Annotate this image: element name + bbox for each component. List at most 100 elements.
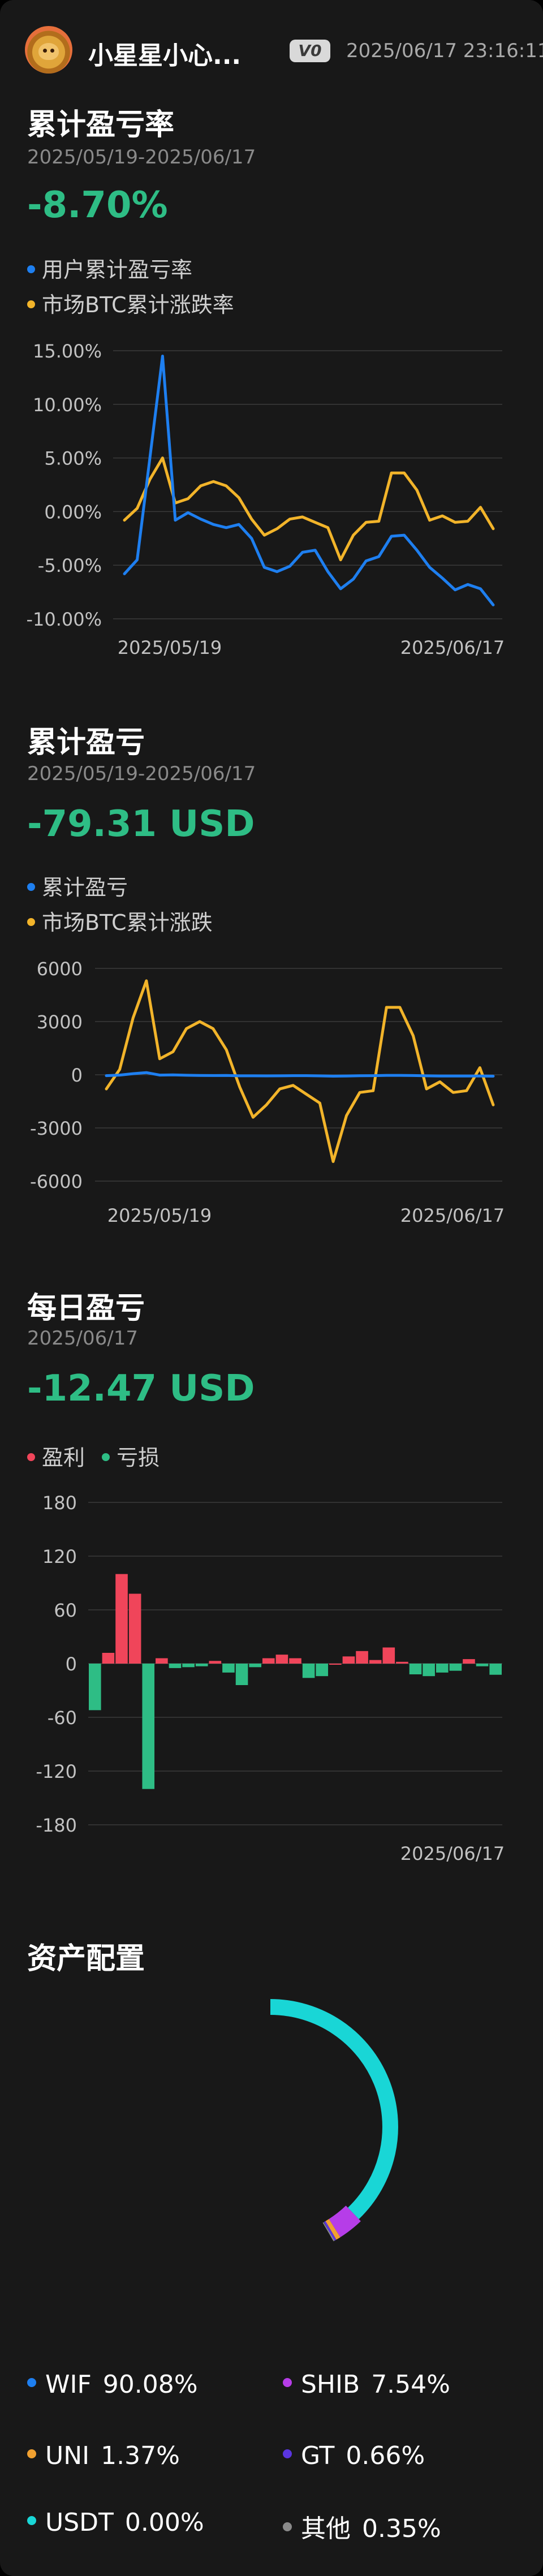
daily-bar — [169, 1664, 182, 1668]
series-line — [105, 979, 495, 1163]
allocation-item-gt: GT 0.66% — [283, 2441, 425, 2470]
y-tick-label: 0.00% — [44, 501, 102, 523]
allocation-item-other: 其他 0.35% — [283, 2508, 441, 2544]
legend-label: 亏损 — [117, 1445, 160, 1470]
legend-dot — [27, 2449, 36, 2458]
legend-dot — [27, 2516, 36, 2525]
x-tick-label: 2025/06/17 — [400, 637, 505, 658]
donut-segment — [324, 2221, 337, 2241]
allocation-item-shib: SHIB 7.54% — [283, 2370, 450, 2399]
daily-bar — [476, 1664, 489, 1666]
y-tick-label: 10.00% — [33, 394, 102, 416]
legend-dot — [27, 917, 35, 926]
y-tick-label: -180 — [36, 1815, 77, 1836]
donut-segment — [329, 2205, 361, 2238]
date-range: 2025/05/19-2025/06/17 — [27, 146, 256, 169]
legend-label: 市场BTC累计涨跌 — [42, 910, 213, 935]
y-tick-label: -3000 — [30, 1118, 83, 1139]
daily-bar — [423, 1664, 435, 1677]
daily-bar — [489, 1664, 502, 1675]
daily-bar — [302, 1664, 315, 1678]
allocation-label: WIF — [45, 2370, 92, 2399]
legend-item-user-rate: 用户累计盈亏率 — [27, 252, 192, 282]
daily-bar — [115, 1574, 128, 1664]
y-tick-label: -60 — [48, 1707, 77, 1729]
y-tick-label: 120 — [42, 1546, 77, 1567]
section-title-daily-pnl: 每日盈亏 — [27, 1291, 145, 1325]
daily-bar — [182, 1664, 195, 1668]
x-tick-label: 2025/05/19 — [118, 637, 222, 658]
allocation-label: USDT — [45, 2508, 114, 2537]
legend-dot — [27, 300, 35, 308]
allocation-donut-chart — [270, 1999, 398, 2242]
allocation-percent: 7.54% — [371, 2370, 450, 2399]
daily-bar — [222, 1664, 235, 1673]
allocation-percent: 0.00% — [124, 2508, 204, 2537]
legend-item-btc-pnl: 市场BTC累计涨跌 — [27, 905, 213, 935]
y-tick-label: -6000 — [30, 1171, 83, 1192]
daily-bar — [409, 1664, 422, 1674]
daily-date: 2025/06/17 — [27, 1327, 138, 1350]
daily-bar — [356, 1651, 368, 1664]
allocation-percent: 0.66% — [346, 2441, 425, 2470]
y-tick-label: 0 — [66, 1653, 77, 1675]
allocation-label: SHIB — [301, 2370, 360, 2399]
y-tick-label: -10.00% — [26, 609, 102, 630]
daily-bar — [449, 1664, 462, 1671]
section-title-cumulative-pnl: 累计盈亏 — [27, 726, 145, 760]
daily-bar — [102, 1653, 115, 1664]
daily-bar — [128, 1593, 141, 1664]
allocation-percent: 90.08% — [102, 2370, 198, 2399]
x-tick-label: 2025/06/17 — [400, 1205, 505, 1226]
daily-bar — [235, 1664, 248, 1685]
legend-dot — [283, 2378, 292, 2387]
daily-bar — [329, 1664, 342, 1665]
daily-bar — [289, 1658, 301, 1664]
legend-dot — [283, 2449, 292, 2458]
allocation-item-uni: UNI 1.37% — [27, 2441, 180, 2470]
y-tick-label: -5.00% — [38, 555, 102, 576]
daily-legend: 盈利 亏损 — [27, 1440, 170, 1471]
daily-bar — [369, 1660, 382, 1664]
legend-label: 市场BTC累计涨跌率 — [42, 292, 234, 317]
username[interactable]: 小星星小心... — [88, 35, 241, 71]
allocation-item-usdt: USDT 0.00% — [27, 2508, 204, 2537]
legend-item-btc-rate: 市场BTC累计涨跌率 — [27, 287, 234, 317]
legend-item-user-pnl: 累计盈亏 — [27, 870, 128, 900]
y-tick-label: 180 — [42, 1492, 77, 1514]
daily-bar — [316, 1664, 329, 1677]
y-tick-label: 5.00% — [44, 448, 102, 469]
daily-bar — [89, 1664, 101, 1711]
legend-dot — [283, 2522, 292, 2531]
legend-dot — [27, 1453, 35, 1461]
daily-bar — [436, 1664, 449, 1673]
daily-bar — [275, 1655, 288, 1664]
series-line — [123, 355, 495, 606]
allocation-label: GT — [301, 2441, 335, 2470]
series-line — [105, 1071, 495, 1078]
allocation-label: UNI — [45, 2441, 90, 2470]
donut-segment — [270, 1999, 398, 2220]
date-range: 2025/05/19-2025/06/17 — [27, 763, 256, 785]
legend-item-profit: 盈利 — [27, 1445, 85, 1470]
vip-badge: V0 — [290, 40, 330, 62]
y-tick-label: 6000 — [37, 958, 83, 980]
legend-dot — [27, 2378, 36, 2387]
x-tick-label: 2025/06/17 — [400, 1843, 505, 1864]
y-tick-label: 15.00% — [33, 341, 102, 362]
avatar[interactable] — [25, 26, 72, 74]
header: 小星星小心... V0 2025/06/17 23:16:11 — [25, 26, 543, 74]
legend-label: 盈利 — [42, 1445, 85, 1470]
section-title-cumulative-rate: 累计盈亏率 — [27, 108, 175, 142]
daily-pnl-value: -12.47 USD — [27, 1368, 255, 1410]
daily-bar — [262, 1658, 275, 1664]
daily-bar — [463, 1659, 475, 1664]
daily-bar — [142, 1664, 155, 1789]
y-tick-label: 60 — [54, 1600, 77, 1621]
y-tick-label: -120 — [36, 1761, 77, 1782]
cumulative-rate-value: -8.70% — [27, 184, 168, 226]
legend-dot — [27, 882, 35, 891]
daily-bar — [396, 1661, 408, 1664]
daily-bar — [209, 1661, 222, 1664]
series-line — [123, 456, 495, 562]
